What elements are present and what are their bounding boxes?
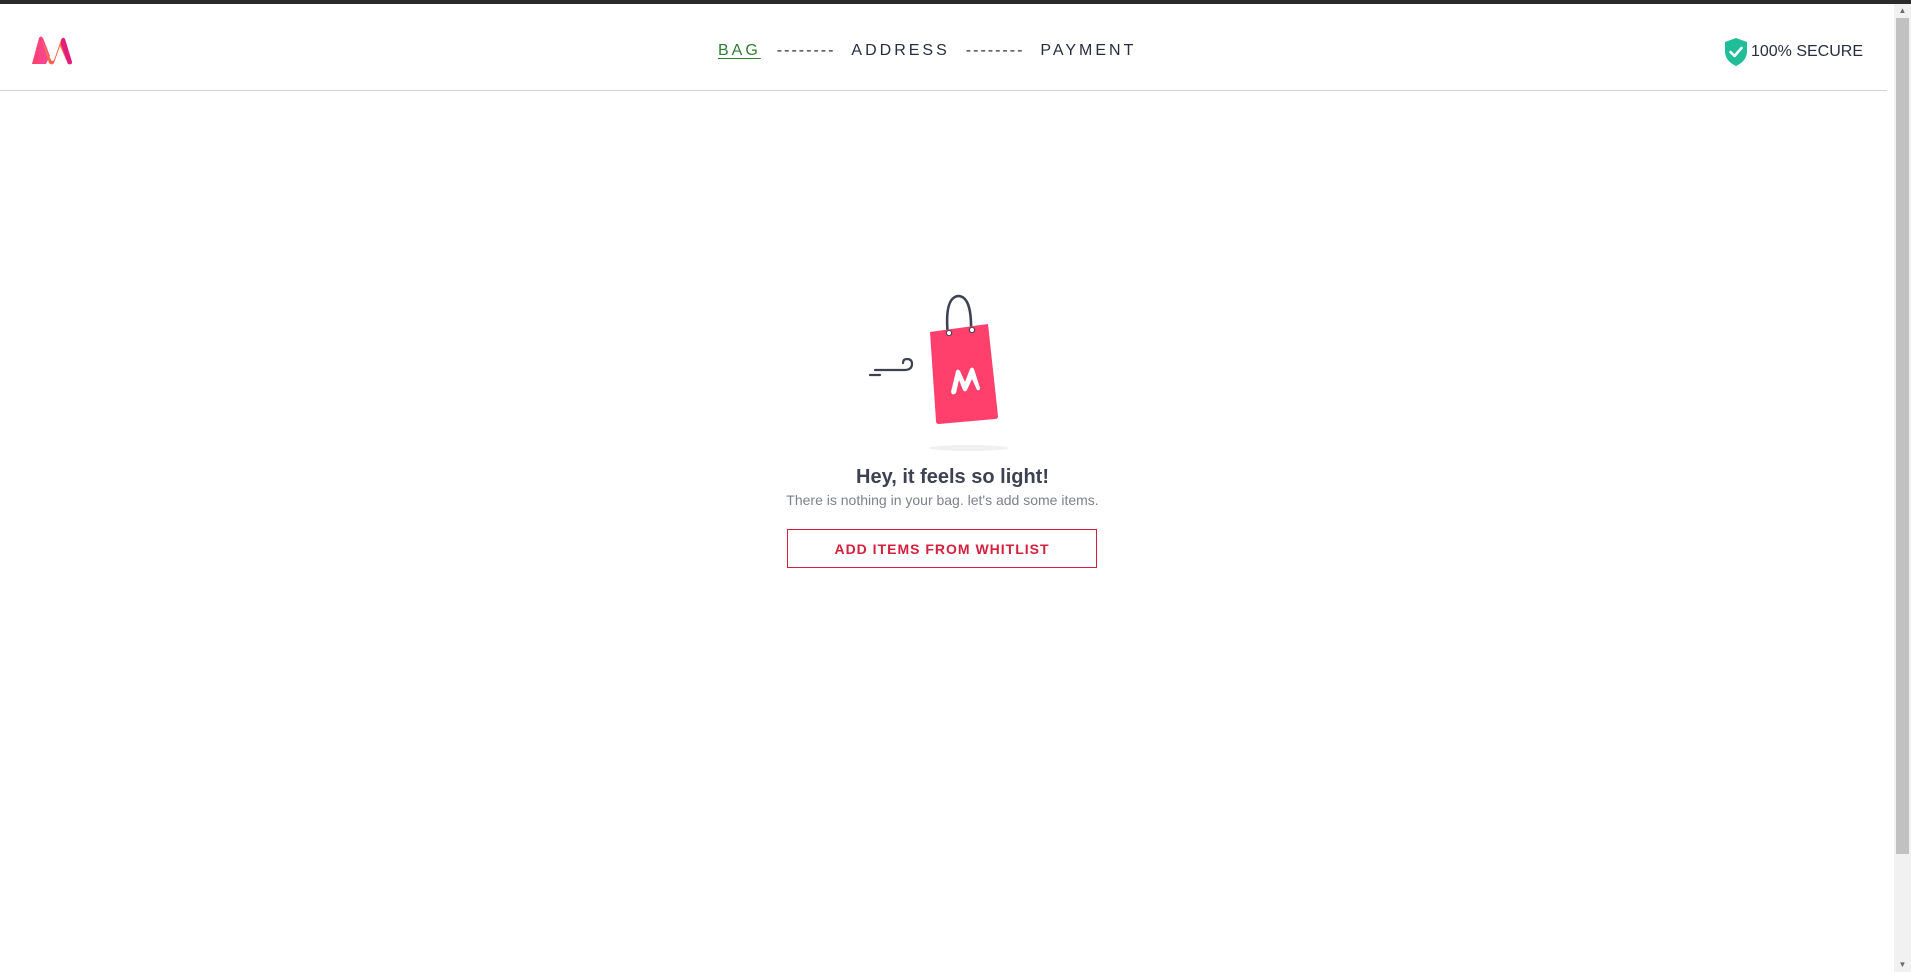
- checkout-page: BAG -------- ADDRESS -------- PAYMENT 10…: [0, 0, 1911, 972]
- checkout-header: BAG -------- ADDRESS -------- PAYMENT 10…: [0, 4, 1887, 91]
- scroll-down-icon[interactable]: ▼: [1894, 958, 1911, 972]
- scroll-up-icon[interactable]: ▲: [1894, 4, 1911, 18]
- empty-bag-title: Hey, it feels so light!: [856, 466, 1049, 488]
- step-separator: --------: [965, 42, 1025, 59]
- secure-badge: 100% SECURE: [1723, 37, 1863, 67]
- shield-check-icon: [1724, 38, 1747, 66]
- vertical-scrollbar[interactable]: ▲ ▼: [1894, 4, 1911, 972]
- step-separator: --------: [776, 42, 836, 59]
- add-items-from-wishlist-button[interactable]: ADD ITEMS FROM WHITLIST: [787, 529, 1097, 568]
- secure-label: 100% SECURE: [1750, 43, 1863, 60]
- empty-bag-message: There is nothing in your bag. let's add …: [786, 492, 1099, 508]
- scrollbar-thumb[interactable]: [1896, 18, 1909, 854]
- myntra-logo-icon[interactable]: [30, 34, 74, 66]
- step-address[interactable]: ADDRESS: [851, 42, 949, 60]
- empty-bag-illustration: [868, 294, 1009, 451]
- step-bag[interactable]: BAG: [718, 42, 761, 60]
- checkout-steps: BAG -------- ADDRESS -------- PAYMENT: [718, 42, 1136, 60]
- step-payment[interactable]: PAYMENT: [1040, 42, 1136, 60]
